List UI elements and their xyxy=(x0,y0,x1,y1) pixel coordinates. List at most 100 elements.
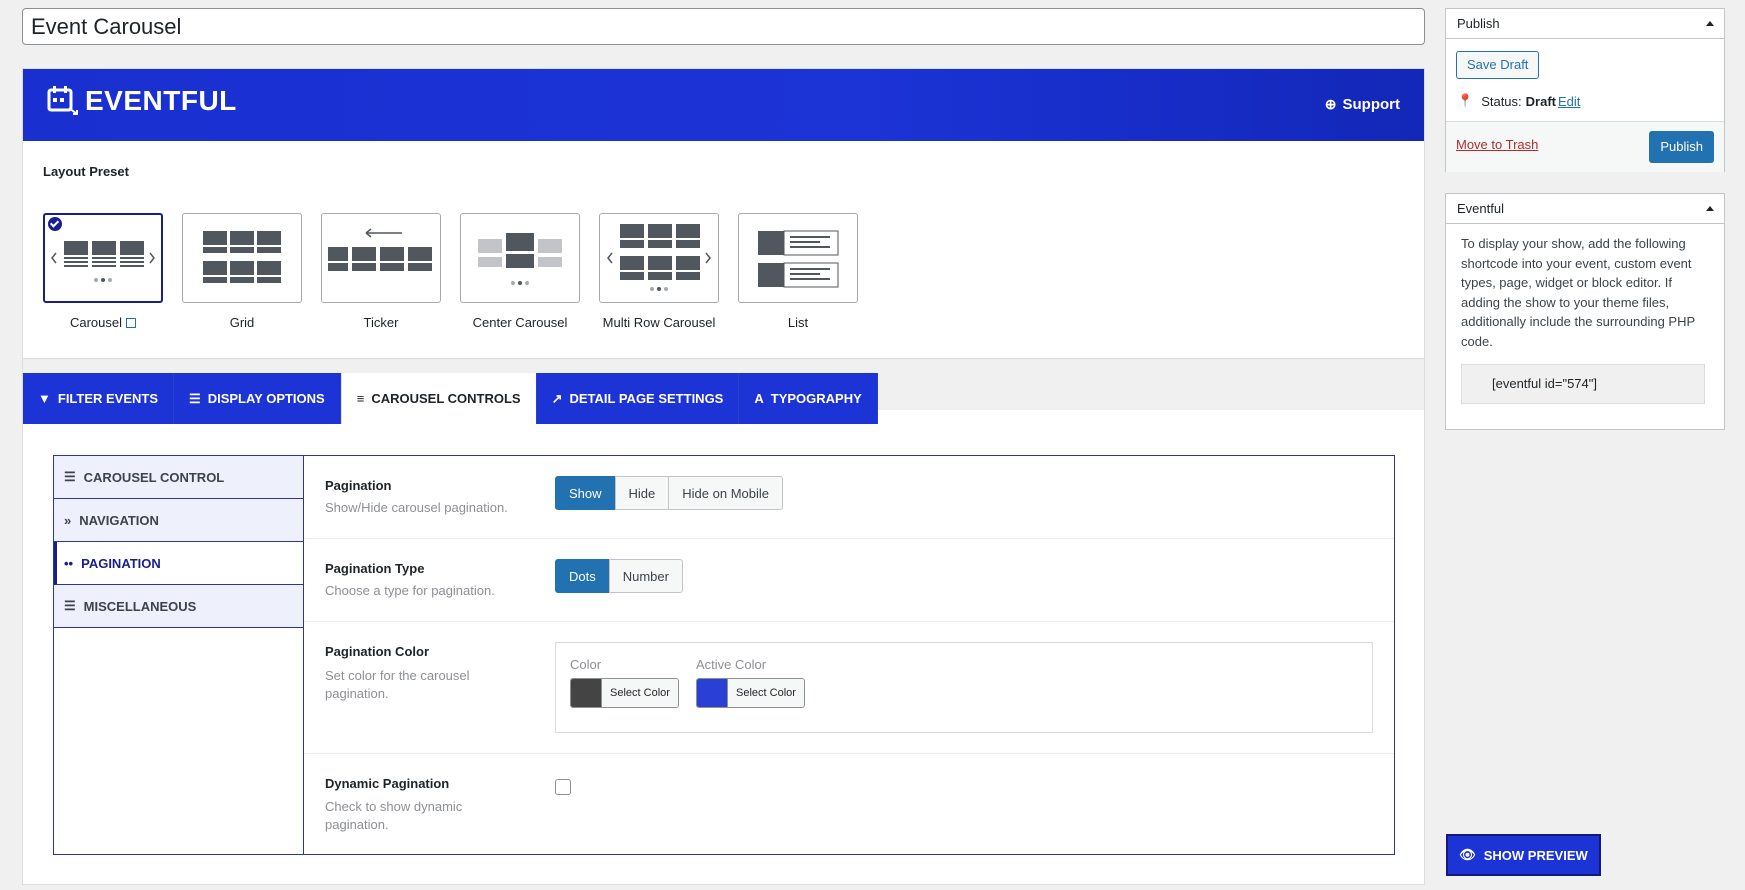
carousel-controls-panel: ☰ CAROUSEL CONTROL » NAVIGATION •• PAGIN… xyxy=(53,455,1395,855)
shortcode-instructions: To display your show, add the following … xyxy=(1461,236,1695,349)
external-link-icon: ↗ xyxy=(551,390,563,406)
preset-grid-thumb xyxy=(182,213,302,303)
lifebuoy-icon: ⊕ xyxy=(1324,96,1337,112)
preset-multi-row-carousel[interactable]: Multi Row Carousel xyxy=(599,213,719,330)
pagination-number-button[interactable]: Number xyxy=(608,559,683,593)
color-picker-group: Color Select Color Active Color Select C… xyxy=(555,642,1373,733)
subnav-carousel-control[interactable]: ☰ CAROUSEL CONTROL xyxy=(54,456,303,499)
subnav-label: MISCELLANEOUS xyxy=(83,598,197,614)
move-to-trash-link[interactable]: Move to Trash xyxy=(1456,137,1538,152)
settings-tabs: ▼ FILTER EVENTS ☰ DISPLAY OPTIONS ≡ CARO… xyxy=(23,373,878,424)
support-label: Support xyxy=(1342,96,1401,113)
preset-ticker-thumb xyxy=(321,213,441,303)
calendar-logo-icon xyxy=(47,86,78,115)
shortcode-field[interactable]: [eventful id="574"] xyxy=(1461,364,1705,404)
center-carousel-layout-icon xyxy=(478,233,562,285)
subnav-navigation[interactable]: » NAVIGATION xyxy=(54,499,303,542)
preset-carousel[interactable]: Carousel xyxy=(43,213,163,330)
dots-icon: •• xyxy=(64,555,74,571)
pagination-color-row: Pagination Color Set color for the carou… xyxy=(305,622,1394,754)
tab-carousel-controls[interactable]: ≡ CAROUSEL CONTROLS xyxy=(340,373,537,424)
status-label: Status: xyxy=(1481,93,1522,109)
edit-status-link[interactable]: Edit xyxy=(1558,94,1580,109)
pagination-show-button[interactable]: Show xyxy=(555,476,616,510)
double-chevron-right-icon: » xyxy=(64,512,72,528)
active-color-swatch xyxy=(697,679,727,707)
pagination-hide-mobile-button[interactable]: Hide on Mobile xyxy=(668,476,783,510)
eventful-banner: EVENTFUL ⊕ Support xyxy=(23,69,1424,141)
subnav-label: CAROUSEL CONTROL xyxy=(83,469,225,485)
preset-list[interactable]: List xyxy=(738,213,858,330)
pagination-color-desc: Set color for the carousel pagination. xyxy=(325,668,470,701)
subnav-label: PAGINATION xyxy=(81,555,161,571)
pagination-type-row: Pagination Type Choose a type for pagina… xyxy=(305,539,1394,622)
pagination-dots-button[interactable]: Dots xyxy=(555,559,610,593)
show-preview-button[interactable]: 👁 SHOW PREVIEW xyxy=(1446,834,1601,876)
pagination-type-label: Pagination Type xyxy=(325,561,425,576)
preset-label: Ticker xyxy=(363,315,399,330)
carousel-layout-icon xyxy=(51,241,155,282)
dynamic-pagination-row: Dynamic Pagination Check to show dynamic… xyxy=(305,754,1394,855)
eventful-shortcode-box: Eventful To display your show, add the f… xyxy=(1445,193,1725,430)
show-preview-label: SHOW PREVIEW xyxy=(1483,847,1588,863)
tab-label: DETAIL PAGE SETTINGS xyxy=(569,391,724,406)
publish-box-title: Publish xyxy=(1457,16,1500,31)
pagination-label: Pagination xyxy=(325,478,392,493)
dynamic-pagination-checkbox[interactable] xyxy=(555,779,571,795)
check-icon xyxy=(48,217,62,231)
color-select-button[interactable]: Select Color xyxy=(570,678,679,708)
publish-button[interactable]: Publish xyxy=(1649,131,1714,163)
brand-name: EVENTFUL xyxy=(85,85,237,116)
preset-grid[interactable]: Grid xyxy=(182,213,302,330)
eventful-box-header[interactable]: Eventful xyxy=(1446,194,1724,224)
collapse-icon[interactable] xyxy=(1706,21,1714,26)
eventful-logo: EVENTFUL xyxy=(47,85,237,117)
multi-row-carousel-layout-icon xyxy=(607,224,711,291)
sliders-icon: ☰ xyxy=(64,469,76,484)
pagination-row: Pagination Show/Hide carousel pagination… xyxy=(305,456,1394,539)
preset-label: Multi Row Carousel xyxy=(602,315,716,330)
external-link-icon[interactable] xyxy=(126,318,137,328)
tab-label: DISPLAY OPTIONS xyxy=(207,391,325,406)
pagination-settings: Pagination Show/Hide carousel pagination… xyxy=(305,456,1394,854)
publish-box-header[interactable]: Publish xyxy=(1446,9,1724,39)
tab-filter-events[interactable]: ▼ FILTER EVENTS xyxy=(23,373,175,424)
dynamic-pagination-label: Dynamic Pagination xyxy=(325,776,450,791)
dynamic-pagination-desc: Check to show dynamic pagination. xyxy=(325,799,463,832)
layout-preset-list: Carousel Grid Ticker Center Carousel Mul… xyxy=(43,213,858,330)
color-picker: Color Select Color xyxy=(570,657,679,708)
pagination-desc: Show/Hide carousel pagination. xyxy=(325,500,508,515)
publish-actions: Move to Trash Publish xyxy=(1446,121,1724,172)
preset-center-carousel[interactable]: Center Carousel xyxy=(460,213,580,330)
pagination-hide-button[interactable]: Hide xyxy=(614,476,670,510)
preset-label: Grid xyxy=(229,315,255,330)
preset-label: Carousel xyxy=(69,315,123,330)
post-title-input[interactable]: Event Carousel xyxy=(22,8,1425,45)
tab-detail-page-settings[interactable]: ↗ DETAIL PAGE SETTINGS xyxy=(536,373,740,424)
save-draft-button[interactable]: Save Draft xyxy=(1456,51,1540,79)
typography-icon: A xyxy=(754,391,764,406)
color-label: Color xyxy=(570,657,602,672)
status-value: Draft xyxy=(1525,93,1556,109)
preset-multi-row-thumb xyxy=(599,213,719,303)
grid-layout-icon xyxy=(203,231,281,283)
active-color-select-button[interactable]: Select Color xyxy=(696,678,805,708)
active-color-label: Active Color xyxy=(696,657,767,672)
post-status: 📍 Status: Draft Edit xyxy=(1457,93,1580,109)
list-layout-icon xyxy=(758,230,839,288)
subnav-pagination[interactable]: •• PAGINATION xyxy=(54,542,303,585)
preset-label: Center Carousel xyxy=(472,315,568,330)
tab-display-options[interactable]: ☰ DISPLAY OPTIONS xyxy=(174,373,341,424)
preset-carousel-thumb xyxy=(43,213,163,303)
select-color-label: Select Color xyxy=(601,679,678,707)
subnav-miscellaneous[interactable]: ☰ MISCELLANEOUS xyxy=(54,585,303,628)
list-icon: ☰ xyxy=(64,598,76,613)
tab-typography[interactable]: A TYPOGRAPHY xyxy=(739,373,878,424)
collapse-icon[interactable] xyxy=(1706,206,1714,211)
eventful-box-title: Eventful xyxy=(1457,201,1504,216)
preset-ticker[interactable]: Ticker xyxy=(321,213,441,330)
subnav-label: NAVIGATION xyxy=(79,512,159,528)
publish-box: Publish Save Draft 📍 Status: Draft Edit Mo… xyxy=(1445,8,1725,172)
support-link[interactable]: ⊕ Support xyxy=(1325,96,1400,113)
pagination-type-toggle: Dots Number xyxy=(555,559,683,593)
